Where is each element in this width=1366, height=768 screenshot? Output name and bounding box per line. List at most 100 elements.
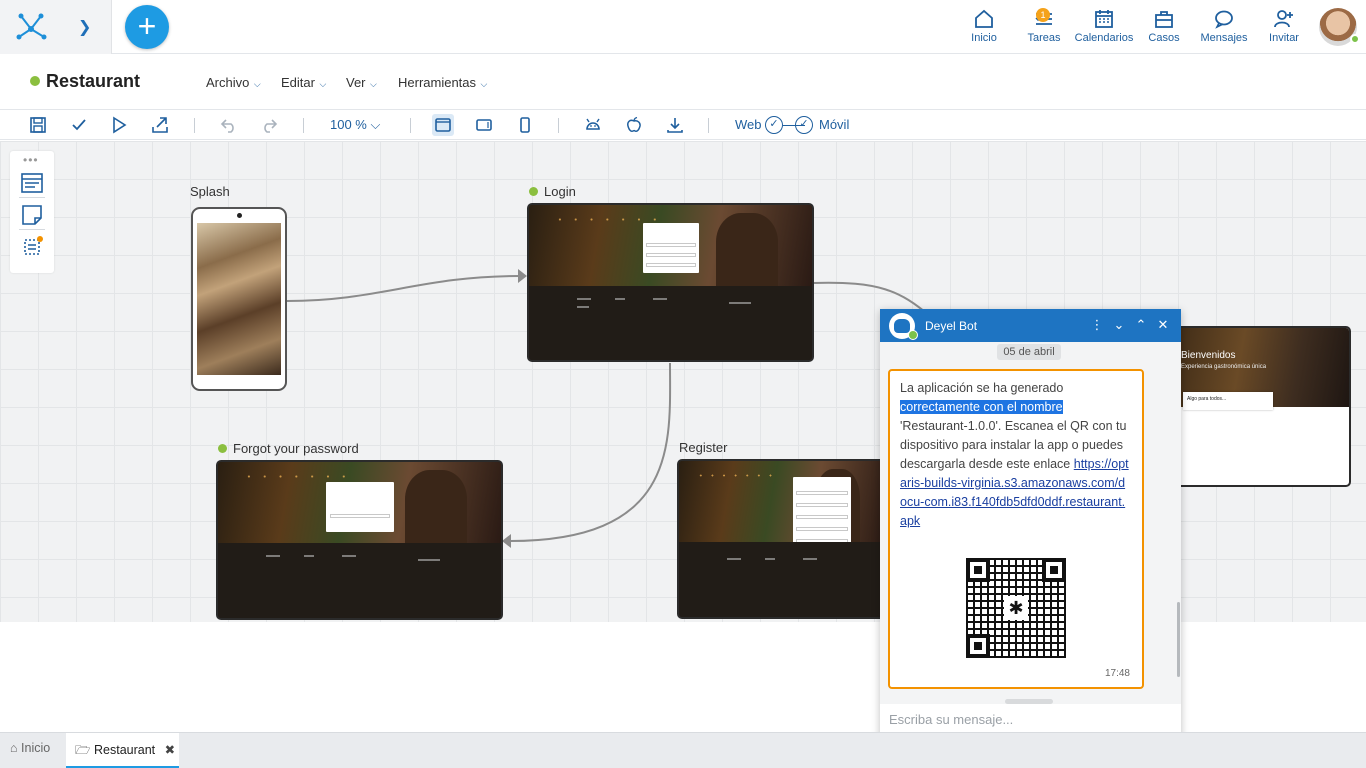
validate-button[interactable] bbox=[68, 114, 90, 136]
tab-inicio[interactable]: ⌂ Inicio bbox=[0, 733, 64, 768]
ios-build-button[interactable] bbox=[623, 114, 645, 136]
mobile-mode-label: Móvil bbox=[819, 117, 850, 132]
preview-line bbox=[342, 555, 356, 558]
node-forgot-password[interactable] bbox=[216, 460, 503, 620]
play-icon bbox=[113, 116, 127, 134]
title-bar: Restaurant Archivo ⌵ Editar ⌵ Ver ⌵ Herr… bbox=[0, 54, 1366, 110]
message-input[interactable]: Escriba su mensaje... bbox=[889, 712, 1013, 727]
node-home[interactable]: Bienvenidos Experiencia gastronómica úni… bbox=[1165, 326, 1351, 487]
chat-scrollbar[interactable] bbox=[1177, 602, 1180, 677]
tab-label: Inicio bbox=[21, 741, 51, 755]
chevron-up-icon[interactable]: ⌃ bbox=[1133, 317, 1149, 333]
folder-icon: 🗁 bbox=[75, 743, 91, 757]
qr-finder-pattern bbox=[966, 634, 990, 658]
node-splash[interactable] bbox=[191, 207, 287, 391]
nav-calendarios[interactable]: Calendarios bbox=[1074, 8, 1134, 44]
preview-line bbox=[765, 558, 775, 561]
publish-button[interactable] bbox=[149, 114, 171, 136]
chatbot-header: Deyel Bot ⋮ ⌄ ⌃ ✕ bbox=[880, 309, 1181, 342]
menu-label: Editar bbox=[281, 75, 315, 90]
menu-ver[interactable]: Ver ⌵ bbox=[346, 75, 377, 90]
create-new-button[interactable]: + bbox=[125, 5, 169, 49]
date-separator: 05 de abril bbox=[997, 344, 1061, 360]
app-status-dot bbox=[30, 76, 40, 86]
chat-messages[interactable]: 05 de abril La aplicación se ha generado… bbox=[880, 342, 1181, 704]
view-tablet-button[interactable] bbox=[473, 114, 495, 136]
tab-restaurant[interactable]: 🗁 Restaurant ✖ bbox=[66, 733, 179, 768]
desktop-icon bbox=[435, 118, 451, 132]
add-user-icon bbox=[1274, 10, 1293, 28]
android-build-button[interactable] bbox=[582, 114, 604, 136]
node-login[interactable] bbox=[527, 203, 814, 362]
qr-finder-pattern bbox=[1042, 558, 1066, 582]
expand-chevron-icon[interactable]: ❯ bbox=[78, 17, 91, 37]
message-highlighted-text: correctamente con el nombre bbox=[900, 400, 1063, 414]
save-icon bbox=[30, 117, 46, 133]
nav-label: Invitar bbox=[1269, 32, 1299, 44]
nav-invitar[interactable]: Invitar bbox=[1254, 8, 1314, 44]
nav-mensajes[interactable]: Mensajes bbox=[1194, 8, 1254, 44]
web-mode-check-icon[interactable]: ✓ bbox=[765, 116, 783, 134]
zoom-select[interactable]: 100 % ⌵ bbox=[330, 117, 380, 133]
toolbar-divider bbox=[558, 118, 559, 133]
redo-icon bbox=[264, 119, 278, 133]
nav-label: Casos bbox=[1148, 32, 1180, 44]
message-timestamp: 17:48 bbox=[1104, 668, 1130, 679]
node-label-text: Login bbox=[544, 184, 576, 199]
node-register[interactable] bbox=[677, 459, 887, 619]
nav-casos[interactable]: Casos bbox=[1134, 8, 1194, 44]
menu-label: Ver bbox=[346, 75, 366, 90]
preview-field bbox=[646, 253, 696, 257]
download-button[interactable] bbox=[664, 114, 686, 136]
preview-line bbox=[615, 297, 625, 300]
view-desktop-button[interactable] bbox=[432, 114, 454, 136]
node-label-login: Login bbox=[529, 184, 576, 199]
android-icon bbox=[586, 118, 600, 130]
menu-label: Herramientas bbox=[398, 75, 477, 90]
qr-finder-pattern bbox=[966, 558, 990, 582]
nav-label: Inicio bbox=[971, 32, 997, 44]
zoom-value: 100 % bbox=[330, 117, 367, 132]
home-preview-card: Algo para todos... bbox=[1183, 392, 1273, 410]
tablet-icon bbox=[476, 119, 492, 131]
close-tab-icon[interactable]: ✖ bbox=[165, 743, 175, 757]
view-phone-button[interactable] bbox=[514, 114, 536, 136]
chevron-down-icon: ⌵ bbox=[370, 117, 381, 132]
preview-field bbox=[646, 243, 696, 247]
preview-field bbox=[796, 515, 848, 519]
redo-button[interactable] bbox=[258, 114, 280, 136]
preview-line bbox=[577, 297, 591, 300]
toolbar-divider bbox=[194, 118, 195, 133]
preview-line bbox=[418, 559, 440, 562]
save-button[interactable] bbox=[27, 114, 49, 136]
undo-button[interactable] bbox=[218, 114, 240, 136]
preview-field bbox=[646, 263, 696, 267]
menu-archivo[interactable]: Archivo ⌵ bbox=[206, 75, 261, 90]
preview-line bbox=[304, 555, 314, 558]
register-preview-hero bbox=[679, 461, 885, 543]
home-preview-subtitle: Experiencia gastronómica única bbox=[1181, 364, 1267, 370]
online-status-indicator bbox=[1350, 34, 1360, 44]
node-label-text: Forgot your password bbox=[233, 441, 359, 456]
node-label-register: Register bbox=[679, 440, 728, 455]
preview-line bbox=[803, 558, 817, 561]
preview-line bbox=[729, 301, 751, 304]
phone-icon bbox=[520, 117, 530, 133]
close-icon[interactable]: ✕ bbox=[1155, 317, 1171, 333]
nav-label: Tareas bbox=[1027, 32, 1061, 44]
app-logo-icon[interactable] bbox=[14, 9, 48, 43]
preview-field bbox=[796, 491, 848, 495]
toolbar-divider bbox=[708, 118, 709, 133]
run-button[interactable] bbox=[108, 114, 130, 136]
nav-tareas[interactable]: 1 Tareas bbox=[1014, 8, 1074, 44]
menu-editar[interactable]: Editar ⌵ bbox=[281, 75, 326, 90]
forgot-dialog-preview bbox=[326, 482, 394, 532]
nav-inicio[interactable]: Inicio bbox=[954, 8, 1014, 44]
qr-code-image: ✱ bbox=[966, 558, 1066, 658]
more-options-icon[interactable]: ⋮ bbox=[1089, 317, 1105, 333]
home-icon: ⌂ bbox=[10, 741, 18, 755]
mobile-mode-check-icon[interactable]: ✓ bbox=[795, 116, 813, 134]
chevron-down-icon[interactable]: ⌄ bbox=[1111, 317, 1127, 333]
apple-icon bbox=[627, 116, 641, 132]
menu-herramientas[interactable]: Herramientas ⌵ bbox=[398, 75, 487, 90]
